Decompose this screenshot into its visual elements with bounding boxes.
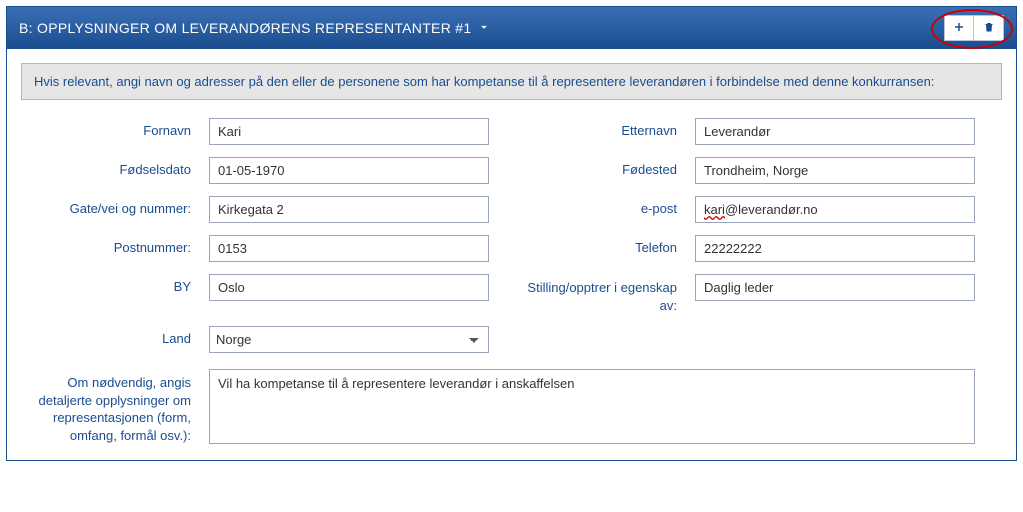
select-land[interactable]: Norge	[209, 326, 489, 353]
label-fornavn: Fornavn	[21, 118, 191, 138]
chevron-down-icon	[477, 20, 491, 36]
label-gate: Gate/vei og nummer:	[21, 196, 191, 216]
label-stilling: Stilling/opptrer i egenskap av:	[507, 274, 677, 314]
label-by: BY	[21, 274, 191, 294]
label-etternavn: Etternavn	[507, 118, 677, 138]
label-fodselsdato: Fødselsdato	[21, 157, 191, 177]
input-fodested[interactable]	[695, 157, 975, 184]
header-actions	[944, 15, 1004, 41]
panel-header: B: OPPLYSNINGER OM LEVERANDØRENS REPRESE…	[7, 7, 1016, 49]
representatives-panel: B: OPPLYSNINGER OM LEVERANDØRENS REPRESE…	[6, 6, 1017, 461]
form-grid: Fornavn Etternavn Fødselsdato Fødested G…	[21, 118, 1002, 444]
input-fornavn[interactable]	[209, 118, 489, 145]
input-stilling[interactable]	[695, 274, 975, 301]
label-telefon: Telefon	[507, 235, 677, 255]
input-gate[interactable]	[209, 196, 489, 223]
trash-icon	[983, 20, 995, 36]
label-postnummer: Postnummer:	[21, 235, 191, 255]
plus-icon	[953, 20, 965, 36]
add-button[interactable]	[944, 15, 974, 41]
panel-title[interactable]: B: OPPLYSNINGER OM LEVERANDØRENS REPRESE…	[19, 20, 491, 36]
input-by[interactable]	[209, 274, 489, 301]
panel-body: Hvis relevant, angi navn og adresser på …	[7, 49, 1016, 460]
label-detaljer: Om nødvendig, angis detaljerte opplysnin…	[21, 369, 191, 444]
info-banner: Hvis relevant, angi navn og adresser på …	[21, 63, 1002, 100]
label-epost: e-post	[507, 196, 677, 216]
label-fodested: Fødested	[507, 157, 677, 177]
input-epost[interactable]: kari@leverandør.no	[695, 196, 975, 223]
input-fodselsdato[interactable]	[209, 157, 489, 184]
panel-title-text: B: OPPLYSNINGER OM LEVERANDØRENS REPRESE…	[19, 20, 471, 36]
input-postnummer[interactable]	[209, 235, 489, 262]
input-etternavn[interactable]	[695, 118, 975, 145]
label-land: Land	[21, 326, 191, 346]
textarea-detaljer[interactable]	[209, 369, 975, 444]
delete-button[interactable]	[974, 15, 1004, 41]
input-telefon[interactable]	[695, 235, 975, 262]
